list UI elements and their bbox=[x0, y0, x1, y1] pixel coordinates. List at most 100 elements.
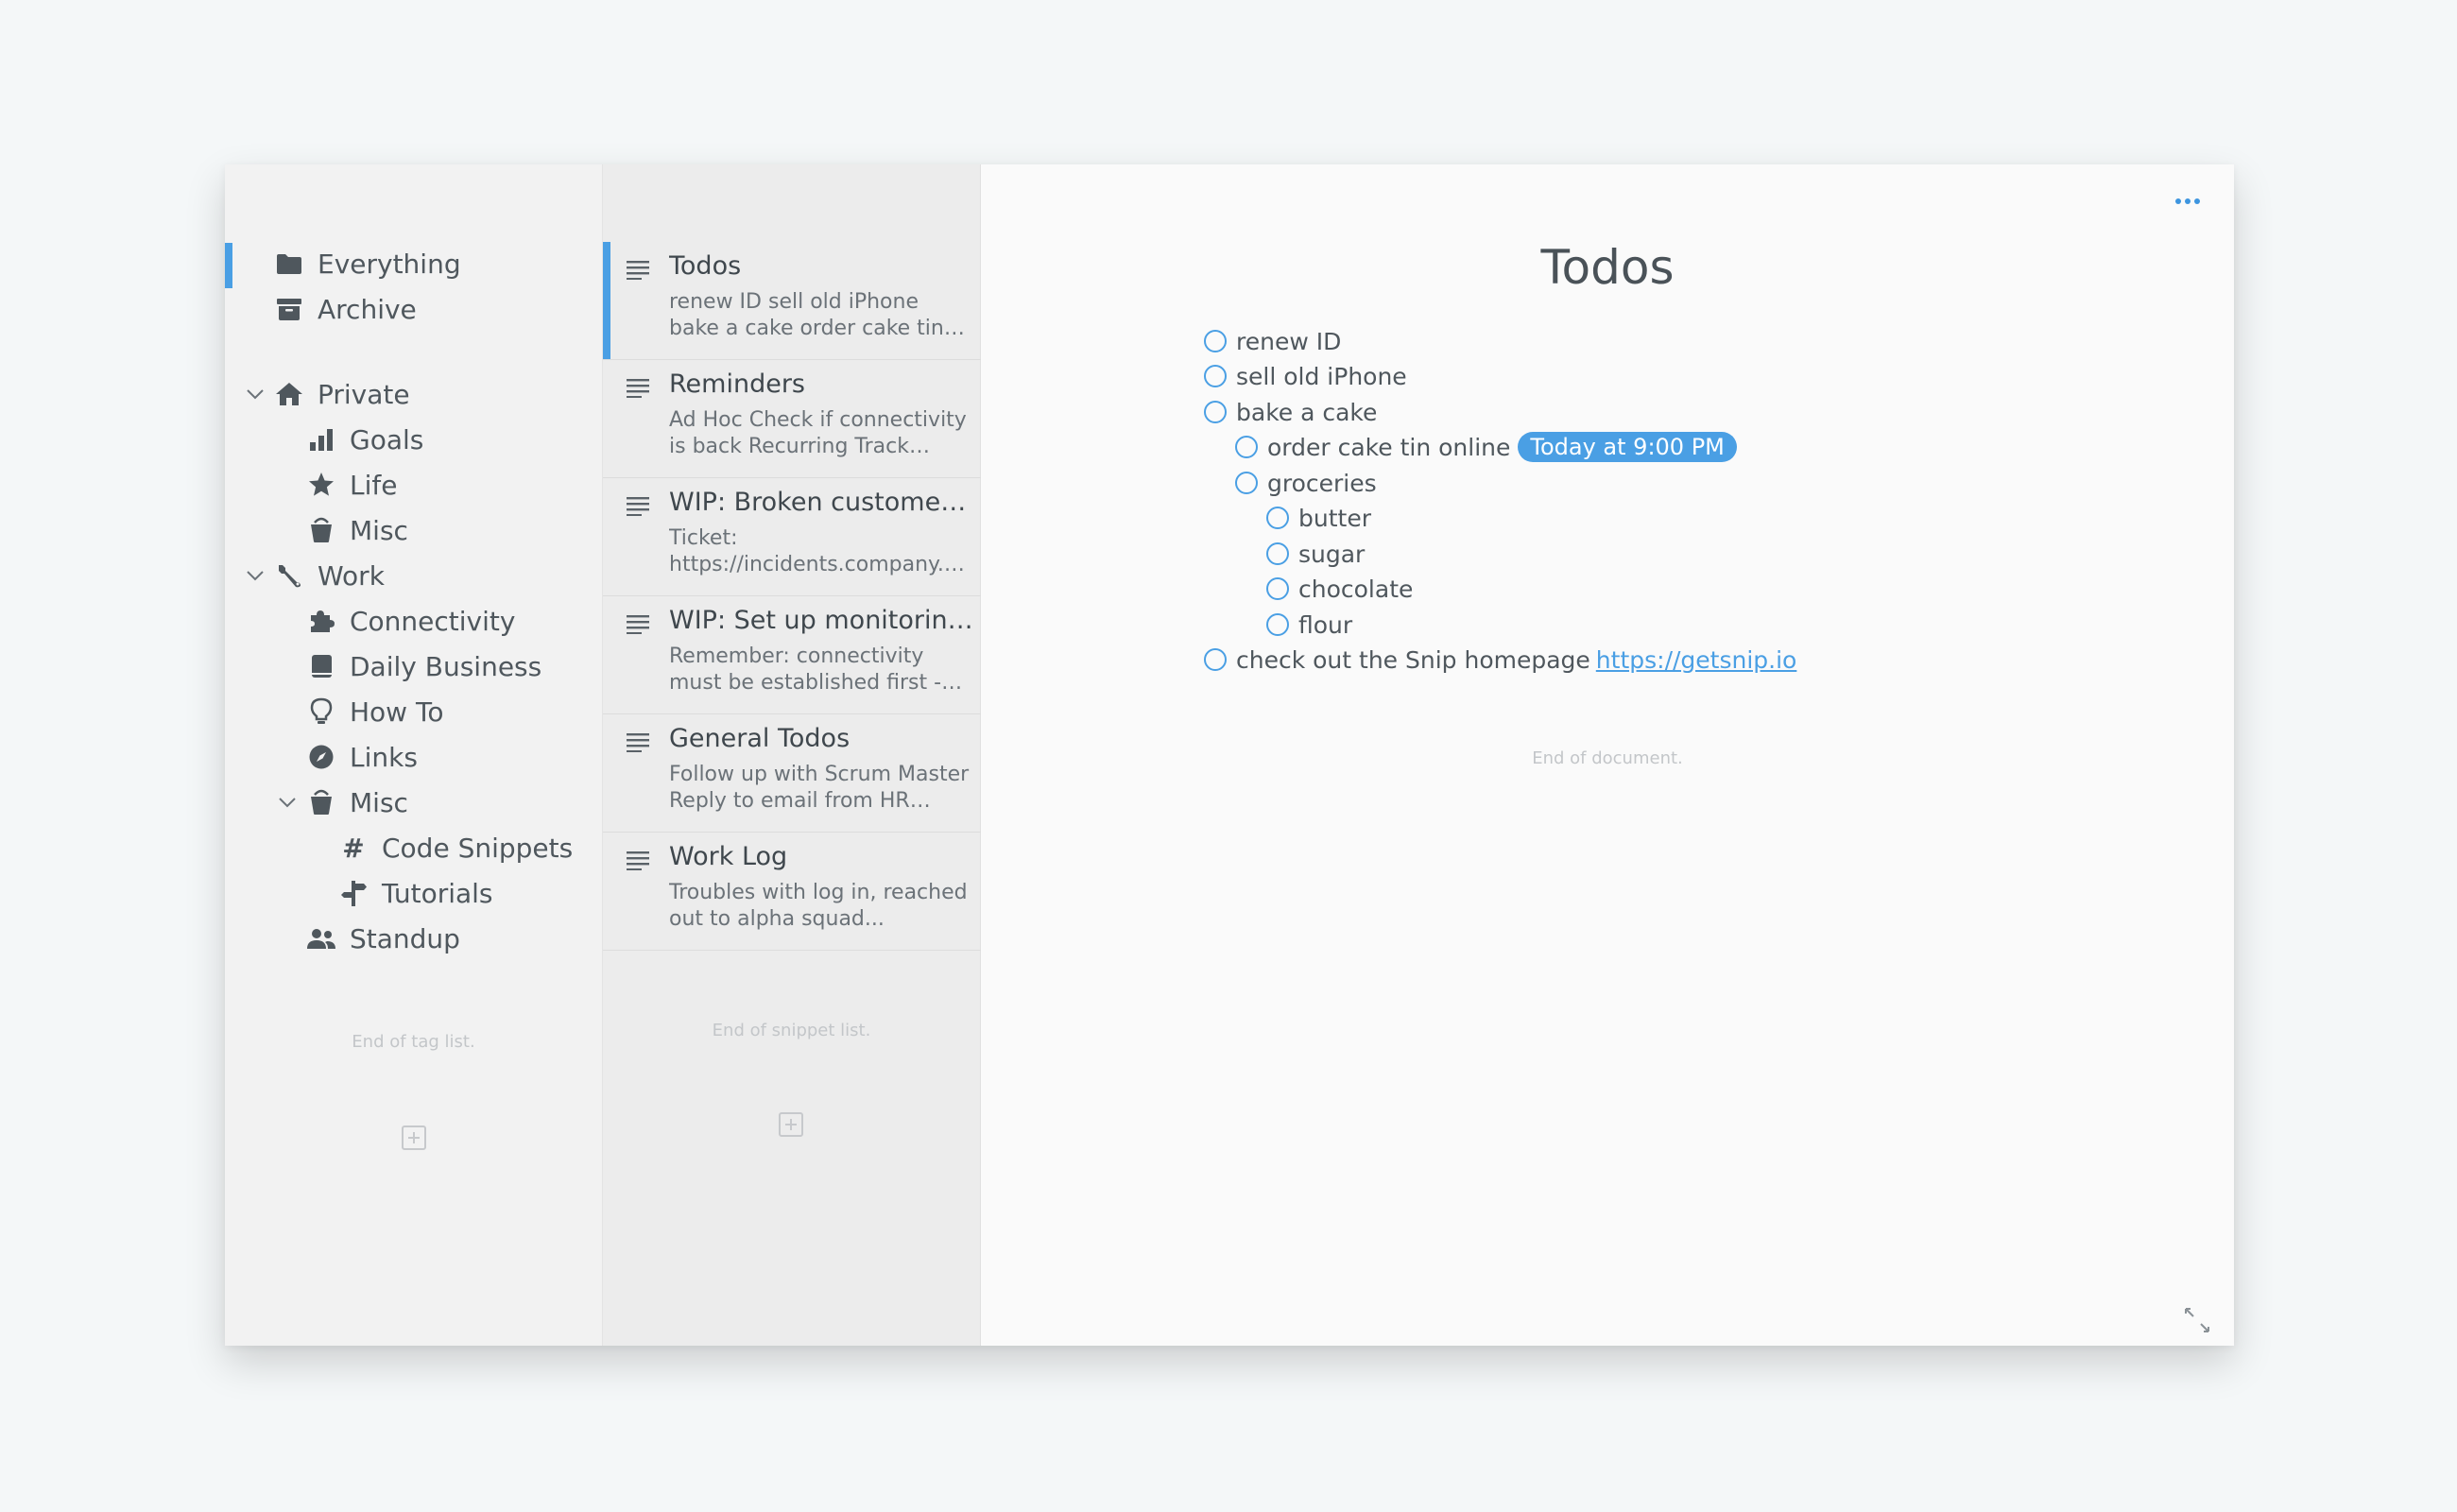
todo-checkbox[interactable] bbox=[1266, 507, 1289, 529]
add-tag-button[interactable] bbox=[402, 1125, 426, 1150]
tag-list-end-note: End of tag list. bbox=[352, 1032, 475, 1052]
todo-text[interactable]: bake a cake bbox=[1236, 399, 1377, 426]
todo-item: chocolate bbox=[1266, 572, 1413, 606]
wrench-icon bbox=[274, 560, 304, 591]
add-snippet-button[interactable] bbox=[779, 1112, 803, 1137]
compass-icon bbox=[306, 742, 336, 772]
todo-checkbox[interactable] bbox=[1204, 330, 1227, 352]
sidebar-item-goals[interactable]: Goals bbox=[225, 419, 603, 460]
sidebar-item-code-snippets[interactable]: # Code Snippets bbox=[225, 827, 603, 868]
todo-text[interactable]: renew ID bbox=[1236, 328, 1341, 355]
chevron-down-icon[interactable] bbox=[244, 564, 266, 587]
more-options-icon[interactable] bbox=[2175, 198, 2200, 204]
sidebar-item-label: Tutorials bbox=[382, 877, 493, 909]
snippet-item-general-todos[interactable]: General Todos Follow up with Scrum Maste… bbox=[603, 714, 981, 833]
star-icon bbox=[306, 470, 336, 500]
expand-icon[interactable] bbox=[2183, 1306, 2211, 1338]
snippet-list-end-note: End of snippet list. bbox=[712, 1021, 871, 1040]
document-lines-icon bbox=[626, 850, 650, 874]
snippet-list: Todos renew ID sell old iPhone bake a ca… bbox=[603, 164, 981, 1346]
snippet-item-wip-broken-customer[interactable]: WIP: Broken customer v... Ticket: https:… bbox=[603, 478, 981, 596]
snippet-preview: Troubles with log in, reached out to alp… bbox=[669, 881, 968, 931]
sidebar-item-life[interactable]: Life bbox=[225, 464, 603, 506]
todo-item: check out the Snip homepage https://gets… bbox=[1204, 643, 1796, 677]
todo-text[interactable]: check out the Snip homepage bbox=[1236, 646, 1590, 674]
home-icon bbox=[274, 379, 304, 409]
todo-checkbox[interactable] bbox=[1266, 613, 1289, 636]
snippet-title: General Todos bbox=[669, 724, 850, 753]
sidebar-item-misc[interactable]: Misc bbox=[225, 509, 603, 551]
todo-text[interactable]: butter bbox=[1298, 505, 1371, 532]
sidebar-item-label: Work bbox=[318, 559, 385, 592]
sidebar-item-links[interactable]: Links bbox=[225, 736, 603, 778]
sidebar-item-label: Code Snippets bbox=[382, 832, 574, 864]
todo-item: flour bbox=[1266, 608, 1352, 642]
document-lines-icon bbox=[626, 377, 650, 402]
todo-text[interactable]: sell old iPhone bbox=[1236, 363, 1407, 390]
snippet-title: WIP: Set up monitoring i... bbox=[669, 606, 973, 635]
snippet-item-reminders[interactable]: Reminders Ad Hoc Check if connectivity i… bbox=[603, 360, 981, 478]
sidebar-item-how-to[interactable]: How To bbox=[225, 691, 603, 732]
todo-checkbox[interactable] bbox=[1235, 472, 1258, 494]
snippet-item-wip-monitoring[interactable]: WIP: Set up monitoring i... Remember: co… bbox=[603, 596, 981, 714]
snippet-preview: Follow up with Scrum Master Reply to ema… bbox=[669, 763, 970, 813]
document-lines-icon bbox=[626, 613, 650, 638]
chevron-down-icon[interactable] bbox=[276, 791, 299, 814]
todo-checkbox[interactable] bbox=[1204, 648, 1227, 671]
snippet-preview: Ad Hoc Check if connectivity is back Rec… bbox=[669, 408, 967, 458]
todo-text[interactable]: sugar bbox=[1298, 541, 1365, 568]
todo-text[interactable]: chocolate bbox=[1298, 576, 1413, 603]
book-icon bbox=[306, 651, 336, 681]
sidebar-item-label: Misc bbox=[350, 786, 408, 818]
bucket-icon bbox=[306, 787, 336, 817]
todo-checkbox[interactable] bbox=[1266, 577, 1289, 600]
sidebar-item-label: Archive bbox=[318, 293, 417, 325]
sidebar-item-label: Everything bbox=[318, 248, 461, 280]
sidebar-item-everything[interactable]: Everything bbox=[225, 243, 603, 288]
sidebar-item-label: Connectivity bbox=[350, 605, 516, 637]
todo-text[interactable]: flour bbox=[1298, 611, 1352, 639]
app-window: Everything Archive Private Goals Life Mi… bbox=[225, 164, 2234, 1346]
sidebar-item-standup[interactable]: Standup bbox=[225, 918, 603, 959]
sidebar-item-connectivity[interactable]: Connectivity bbox=[225, 600, 603, 642]
sidebar-item-work[interactable]: Work bbox=[225, 555, 603, 596]
document-end-note: End of document. bbox=[1532, 748, 1683, 768]
sidebar-item-archive[interactable]: Archive bbox=[225, 288, 603, 330]
todo-item: groceries bbox=[1235, 466, 1377, 500]
todo-text[interactable]: order cake tin online bbox=[1267, 434, 1510, 461]
reminder-date-chip[interactable]: Today at 9:00 PM bbox=[1518, 432, 1737, 462]
snippet-item-work-log[interactable]: Work Log Troubles with log in, reached o… bbox=[603, 833, 981, 951]
sidebar-item-label: Standup bbox=[350, 922, 460, 954]
todo-checkbox[interactable] bbox=[1235, 436, 1258, 458]
todo-item: order cake tin online Today at 9:00 PM bbox=[1235, 430, 1737, 464]
todo-checkbox[interactable] bbox=[1204, 365, 1227, 387]
sidebar-item-private[interactable]: Private bbox=[225, 373, 603, 415]
document-lines-icon bbox=[626, 731, 650, 756]
users-icon bbox=[306, 923, 336, 954]
sidebar-item-tutorials[interactable]: Tutorials bbox=[225, 872, 603, 914]
snippet-preview: Ticket: https://incidents.company.co... bbox=[669, 526, 969, 576]
signpost-icon bbox=[338, 878, 369, 908]
archive-icon bbox=[274, 294, 304, 324]
snippet-item-todos[interactable]: Todos renew ID sell old iPhone bake a ca… bbox=[603, 242, 981, 360]
todo-text[interactable]: groceries bbox=[1267, 470, 1377, 497]
document-title[interactable]: Todos bbox=[981, 240, 2234, 295]
todo-item: renew ID bbox=[1204, 324, 1341, 358]
chevron-down-icon[interactable] bbox=[244, 383, 266, 405]
homepage-link[interactable]: https://getsnip.io bbox=[1596, 646, 1797, 674]
todo-checkbox[interactable] bbox=[1266, 542, 1289, 565]
puzzle-icon bbox=[306, 606, 336, 636]
sidebar-item-daily-business[interactable]: Daily Business bbox=[225, 645, 603, 687]
sidebar-item-label: Daily Business bbox=[350, 650, 542, 682]
sidebar-item-label: Links bbox=[350, 741, 418, 773]
sidebar-item-label: Life bbox=[350, 469, 398, 501]
sidebar-item-misc-work[interactable]: Misc bbox=[225, 782, 603, 823]
todo-checkbox[interactable] bbox=[1204, 401, 1227, 423]
tag-sidebar: Everything Archive Private Goals Life Mi… bbox=[225, 164, 603, 1346]
todo-item: sell old iPhone bbox=[1204, 359, 1407, 393]
todo-item: butter bbox=[1266, 501, 1371, 535]
document-lines-icon bbox=[626, 495, 650, 520]
bucket-icon bbox=[306, 515, 336, 545]
snippet-title: WIP: Broken customer v... bbox=[669, 488, 973, 517]
lightbulb-icon bbox=[306, 696, 336, 727]
